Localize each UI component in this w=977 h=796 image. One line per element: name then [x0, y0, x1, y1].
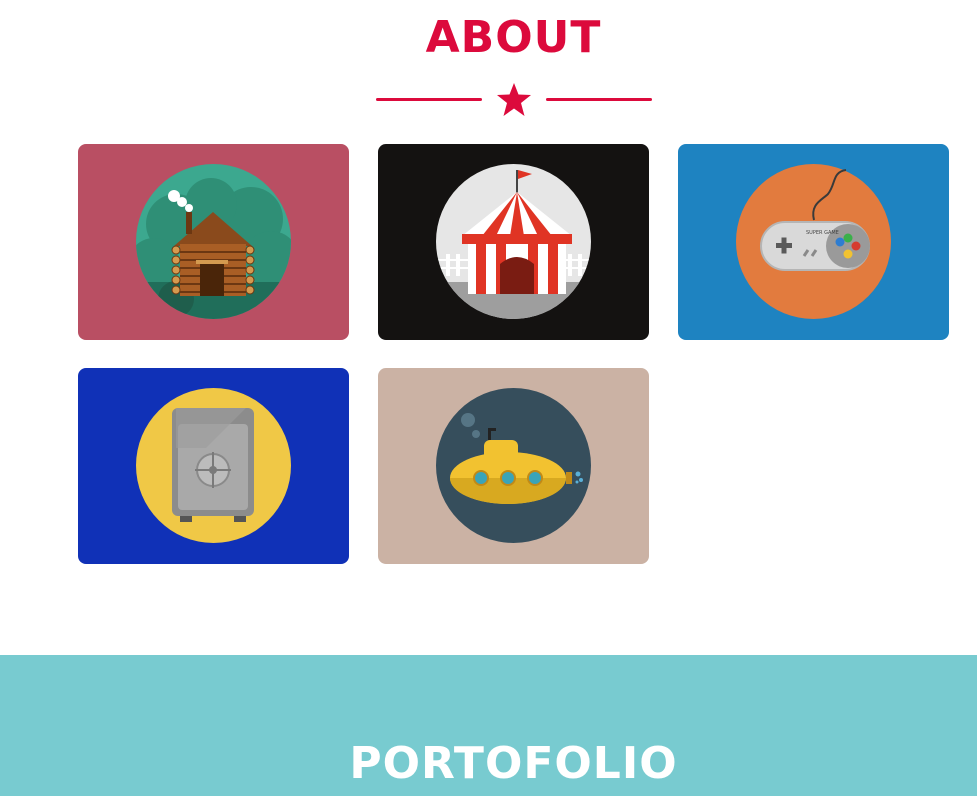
portfolio-card-circus-tent[interactable] — [378, 144, 649, 340]
divider-line-right — [546, 98, 652, 101]
cabin-icon — [136, 164, 291, 319]
portfolio-card-game-controller[interactable]: SUPER GAME — [678, 144, 949, 340]
divider-line-left — [376, 98, 482, 101]
about-title: ABOUT — [425, 12, 602, 63]
portfolio-card-cabin[interactable] — [78, 144, 349, 340]
controller-label: SUPER GAME — [806, 230, 839, 236]
game-controller-icon: SUPER GAME — [736, 164, 891, 319]
portfolio-card-safe[interactable] — [78, 368, 349, 564]
portfolio-card-submarine[interactable] — [378, 368, 649, 564]
portfolio-title: PORTOFOLIO — [349, 738, 678, 789]
submarine-icon — [436, 388, 591, 543]
circus-tent-icon — [436, 164, 591, 319]
portfolio-section: PORTOFOLIO — [0, 655, 977, 796]
star-icon — [497, 83, 531, 116]
page: ABOUT SUPER GAME PORTOFOLIO — [0, 0, 977, 796]
about-divider — [376, 82, 652, 118]
safe-icon — [136, 388, 291, 543]
